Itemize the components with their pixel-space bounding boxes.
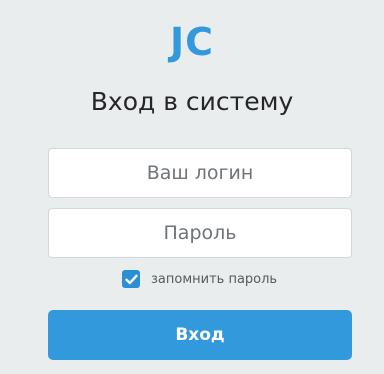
page-title: Вход в систему — [90, 87, 294, 116]
logo: JC — [169, 20, 215, 64]
checkmark-icon — [124, 274, 138, 284]
remember-password-label: запомнить пароль — [151, 271, 278, 287]
remember-password-checkbox[interactable] — [122, 270, 140, 288]
login-button[interactable]: Вход — [48, 310, 352, 360]
remember-password-option[interactable]: запомнить пароль — [122, 269, 277, 289]
login-input[interactable] — [48, 148, 352, 198]
password-input[interactable] — [48, 208, 352, 258]
